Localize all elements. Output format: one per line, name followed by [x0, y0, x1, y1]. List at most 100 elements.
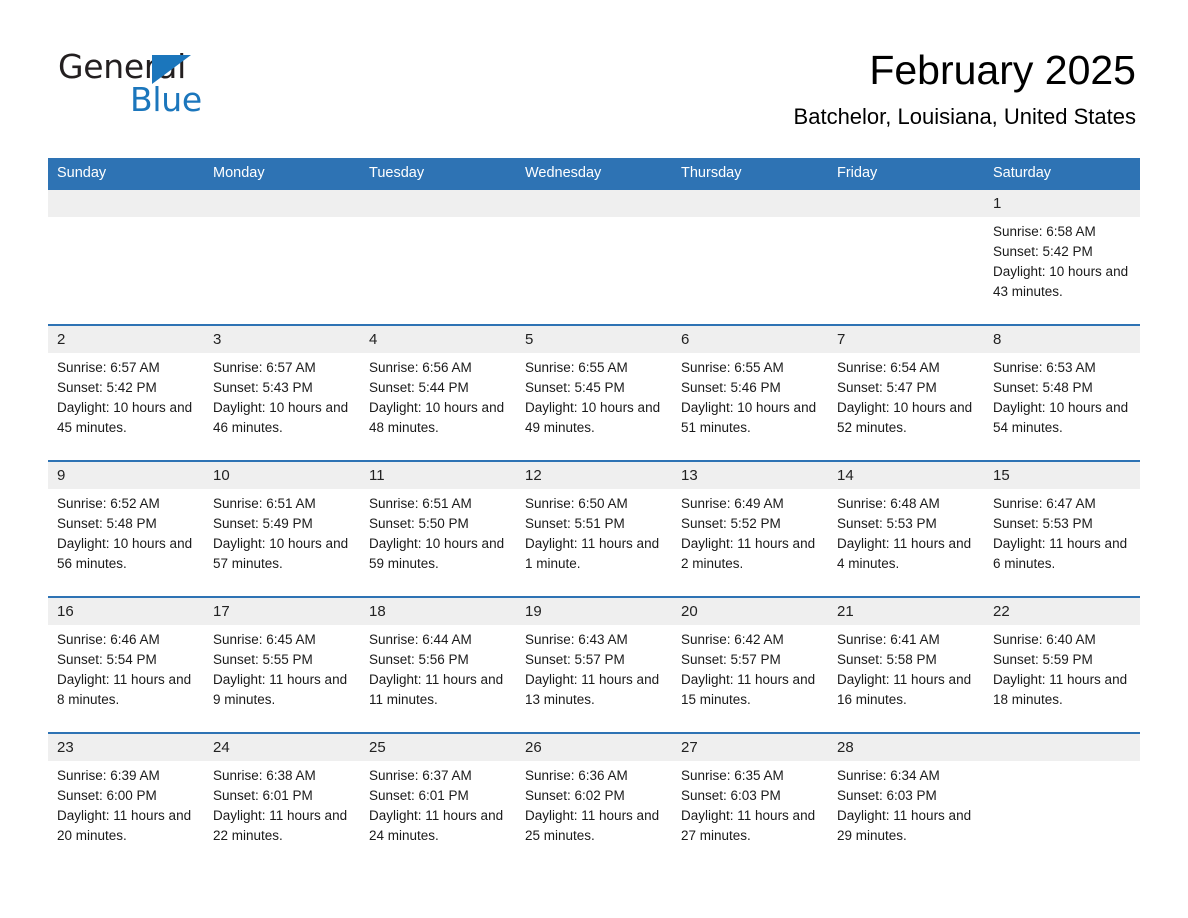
day-number: 13	[672, 461, 828, 489]
day-number: 2	[48, 325, 204, 353]
calendar-day-cell[interactable]: 12 Sunrise: 6:50 AM Sunset: 5:51 PM Dayligh…	[516, 459, 672, 597]
calendar-day-cell[interactable]: 15 Sunrise: 6:47 AM Sunset: 5:53 PM Dayligh…	[984, 459, 1140, 597]
sunset-text: Sunset: 5:55 PM	[213, 651, 313, 667]
calendar-day-cell[interactable]: 5 Sunrise: 6:55 AM Sunset: 5:45 PM Daylight…	[516, 323, 672, 461]
sunrise-text: Sunrise: 6:53 AM	[993, 359, 1096, 375]
day-details: Sunrise: 6:55 AM Sunset: 5:46 PM Daylight:…	[672, 353, 828, 438]
sunrise-text: Sunrise: 6:46 AM	[57, 631, 160, 647]
sunrise-text: Sunrise: 6:34 AM	[837, 767, 940, 783]
daylight-text: Daylight: 11 hours and 18 minutes.	[993, 671, 1128, 707]
calendar-day-cell[interactable]: 3 Sunrise: 6:57 AM Sunset: 5:43 PM Daylight…	[204, 323, 360, 461]
calendar-day-cell[interactable]: 21 Sunrise: 6:41 AM Sunset: 5:58 PM Dayligh…	[828, 595, 984, 733]
calendar-day-cell[interactable]: 1 Sunrise: 6:58 AM Sunset: 5:42 PM Daylight…	[984, 189, 1140, 325]
day-number	[828, 189, 984, 217]
day-number	[48, 189, 204, 217]
sunset-text: Sunset: 5:44 PM	[369, 379, 469, 395]
sunrise-text: Sunrise: 6:57 AM	[213, 359, 316, 375]
calendar-day-cell[interactable]: 27 Sunrise: 6:35 AM Sunset: 6:03 PM Dayligh…	[672, 731, 828, 868]
sunrise-text: Sunrise: 6:52 AM	[57, 495, 160, 511]
day-number: 9	[48, 461, 204, 489]
day-number: 3	[204, 325, 360, 353]
calendar-day-cell[interactable]: 4 Sunrise: 6:56 AM Sunset: 5:44 PM Daylight…	[360, 323, 516, 461]
calendar-day-cell[interactable]: 26 Sunrise: 6:36 AM Sunset: 6:02 PM Dayligh…	[516, 731, 672, 868]
calendar-day-cell[interactable]: 16 Sunrise: 6:46 AM Sunset: 5:54 PM Dayligh…	[48, 595, 204, 733]
calendar-empty-cell	[828, 189, 984, 325]
calendar-day-cell[interactable]: 25 Sunrise: 6:37 AM Sunset: 6:01 PM Dayligh…	[360, 731, 516, 868]
calendar-day-cell[interactable]: 18 Sunrise: 6:44 AM Sunset: 5:56 PM Dayligh…	[360, 595, 516, 733]
calendar-day-cell[interactable]: 22 Sunrise: 6:40 AM Sunset: 5:59 PM Dayligh…	[984, 595, 1140, 733]
calendar-week-row: 16 Sunrise: 6:46 AM Sunset: 5:54 PM Dayligh…	[48, 595, 1140, 733]
weekday-header-sunday: Sunday	[48, 158, 204, 190]
calendar-day-cell[interactable]: 6 Sunrise: 6:55 AM Sunset: 5:46 PM Daylight…	[672, 323, 828, 461]
calendar-day-cell[interactable]: 9 Sunrise: 6:52 AM Sunset: 5:48 PM Daylight…	[48, 459, 204, 597]
sunset-text: Sunset: 5:57 PM	[681, 651, 781, 667]
day-details: Sunrise: 6:49 AM Sunset: 5:52 PM Daylight:…	[672, 489, 828, 574]
sunset-text: Sunset: 6:03 PM	[837, 787, 937, 803]
sunset-text: Sunset: 5:42 PM	[993, 243, 1093, 259]
title-block: February 2025 Batchelor, Louisiana, Unit…	[794, 47, 1136, 129]
calendar-day-cell[interactable]: 11 Sunrise: 6:51 AM Sunset: 5:50 PM Dayligh…	[360, 459, 516, 597]
calendar-day-cell[interactable]: 23 Sunrise: 6:39 AM Sunset: 6:00 PM Dayligh…	[48, 731, 204, 868]
sunrise-text: Sunrise: 6:55 AM	[681, 359, 784, 375]
sunrise-text: Sunrise: 6:51 AM	[213, 495, 316, 511]
day-number: 18	[360, 597, 516, 625]
calendar-day-cell[interactable]: 7 Sunrise: 6:54 AM Sunset: 5:47 PM Daylight…	[828, 323, 984, 461]
day-details: Sunrise: 6:41 AM Sunset: 5:58 PM Daylight:…	[828, 625, 984, 710]
sunset-text: Sunset: 6:00 PM	[57, 787, 157, 803]
calendar-day-cell[interactable]: 14 Sunrise: 6:48 AM Sunset: 5:53 PM Dayligh…	[828, 459, 984, 597]
calendar-day-cell[interactable]: 13 Sunrise: 6:49 AM Sunset: 5:52 PM Dayligh…	[672, 459, 828, 597]
calendar-day-cell[interactable]: 8 Sunrise: 6:53 AM Sunset: 5:48 PM Daylight…	[984, 323, 1140, 461]
sunset-text: Sunset: 5:53 PM	[993, 515, 1093, 531]
day-details: Sunrise: 6:56 AM Sunset: 5:44 PM Daylight:…	[360, 353, 516, 438]
calendar-empty-cell	[360, 189, 516, 325]
calendar-day-cell[interactable]: 19 Sunrise: 6:43 AM Sunset: 5:57 PM Dayligh…	[516, 595, 672, 733]
sunset-text: Sunset: 5:51 PM	[525, 515, 625, 531]
sunrise-text: Sunrise: 6:54 AM	[837, 359, 940, 375]
day-details: Sunrise: 6:53 AM Sunset: 5:48 PM Daylight:…	[984, 353, 1140, 438]
calendar-day-cell[interactable]: 17 Sunrise: 6:45 AM Sunset: 5:55 PM Dayligh…	[204, 595, 360, 733]
day-number	[672, 189, 828, 217]
calendar-day-cell[interactable]: 24 Sunrise: 6:38 AM Sunset: 6:01 PM Dayligh…	[204, 731, 360, 868]
daylight-text: Daylight: 11 hours and 16 minutes.	[837, 671, 972, 707]
day-details: Sunrise: 6:54 AM Sunset: 5:47 PM Daylight:…	[828, 353, 984, 438]
calendar-week-row: 1 Sunrise: 6:58 AM Sunset: 5:42 PM Daylight…	[48, 189, 1140, 325]
daylight-text: Daylight: 11 hours and 20 minutes.	[57, 807, 192, 843]
day-details: Sunrise: 6:50 AM Sunset: 5:51 PM Daylight:…	[516, 489, 672, 574]
sunset-text: Sunset: 6:02 PM	[525, 787, 625, 803]
daylight-text: Daylight: 10 hours and 49 minutes.	[525, 399, 661, 435]
day-number: 28	[828, 733, 984, 761]
day-number: 8	[984, 325, 1140, 353]
daylight-text: Daylight: 10 hours and 51 minutes.	[681, 399, 817, 435]
sunrise-text: Sunrise: 6:57 AM	[57, 359, 160, 375]
sunrise-text: Sunrise: 6:36 AM	[525, 767, 628, 783]
day-details: Sunrise: 6:51 AM Sunset: 5:50 PM Daylight:…	[360, 489, 516, 574]
weekday-header-wednesday: Wednesday	[516, 158, 672, 190]
daylight-text: Daylight: 10 hours and 59 minutes.	[369, 535, 505, 571]
sunset-text: Sunset: 5:47 PM	[837, 379, 937, 395]
calendar-empty-cell	[516, 189, 672, 325]
calendar-day-cell[interactable]: 28 Sunrise: 6:34 AM Sunset: 6:03 PM Dayligh…	[828, 731, 984, 868]
daylight-text: Daylight: 11 hours and 1 minute.	[525, 535, 660, 571]
weekday-header-tuesday: Tuesday	[360, 158, 516, 190]
calendar-day-cell[interactable]: 10 Sunrise: 6:51 AM Sunset: 5:49 PM Dayligh…	[204, 459, 360, 597]
day-number	[516, 189, 672, 217]
calendar-page: General Blue February 2025 Batchelor, Lo…	[0, 0, 1188, 918]
sunset-text: Sunset: 5:59 PM	[993, 651, 1093, 667]
sunrise-text: Sunrise: 6:49 AM	[681, 495, 784, 511]
day-number: 25	[360, 733, 516, 761]
day-number: 26	[516, 733, 672, 761]
weekday-header-row: Sunday Monday Tuesday Wednesday Thursday…	[48, 158, 1140, 190]
day-details: Sunrise: 6:47 AM Sunset: 5:53 PM Daylight:…	[984, 489, 1140, 574]
day-details: Sunrise: 6:44 AM Sunset: 5:56 PM Daylight:…	[360, 625, 516, 710]
sunset-text: Sunset: 5:43 PM	[213, 379, 313, 395]
calendar-day-cell[interactable]: 2 Sunrise: 6:57 AM Sunset: 5:42 PM Daylight…	[48, 323, 204, 461]
sunset-text: Sunset: 5:52 PM	[681, 515, 781, 531]
day-details: Sunrise: 6:52 AM Sunset: 5:48 PM Daylight:…	[48, 489, 204, 574]
daylight-text: Daylight: 10 hours and 43 minutes.	[993, 263, 1129, 299]
generalblue-logo[interactable]: General Blue	[58, 50, 318, 120]
calendar-body: 1 Sunrise: 6:58 AM Sunset: 5:42 PM Daylight…	[48, 189, 1140, 868]
day-number	[360, 189, 516, 217]
day-number: 27	[672, 733, 828, 761]
daylight-text: Daylight: 10 hours and 48 minutes.	[369, 399, 505, 435]
calendar-day-cell[interactable]: 20 Sunrise: 6:42 AM Sunset: 5:57 PM Dayligh…	[672, 595, 828, 733]
